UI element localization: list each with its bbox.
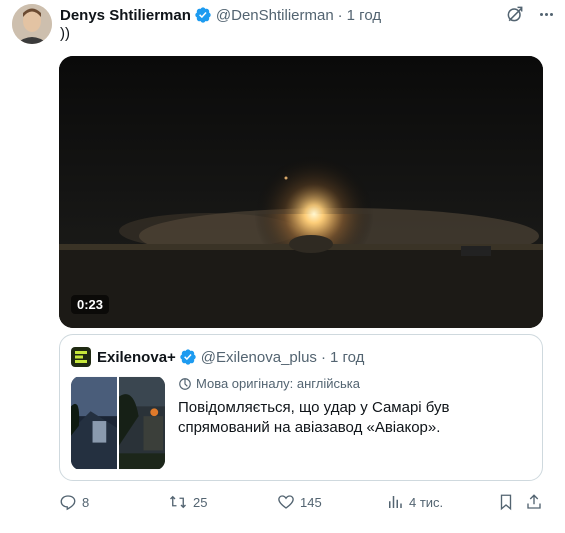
quote-header: Exilenova+ @Exilenova_plus · 1 год	[71, 347, 364, 367]
tweet-text: ))	[60, 25, 70, 42]
like-button[interactable]: 145	[277, 492, 322, 512]
repost-icon	[170, 495, 186, 509]
verified-icon	[195, 7, 211, 23]
reply-button[interactable]: 8	[59, 492, 89, 512]
exilenova-logo	[75, 351, 87, 363]
translate-icon	[179, 377, 191, 390]
video-frame	[59, 56, 543, 328]
like-count: 145	[300, 494, 322, 510]
tweet-header: Denys Shtilierman @DenShtilierman · 1 го…	[60, 5, 381, 25]
share-button[interactable]	[525, 492, 548, 512]
bookmark-icon	[500, 494, 512, 511]
grok-icon[interactable]	[505, 4, 525, 24]
reply-icon	[60, 495, 76, 511]
tweet: Denys Shtilierman @DenShtilierman · 1 го…	[0, 0, 565, 533]
quoted-tweet[interactable]: Exilenova+ @Exilenova_plus · 1 год Мова …	[59, 334, 543, 481]
quote-avatar[interactable]	[71, 347, 91, 367]
avatar-photo	[12, 4, 52, 44]
quote-media-thumbnail[interactable]	[71, 376, 165, 470]
more-icon[interactable]	[535, 6, 557, 22]
repost-button[interactable]: 25	[168, 492, 207, 512]
thumbnail-image-right	[118, 376, 165, 470]
thumbnail-image-left	[71, 376, 118, 470]
views-button[interactable]: 4 тис.	[386, 492, 443, 512]
separator-dot: ·	[320, 348, 326, 366]
quote-author-handle[interactable]: @Exilenova_plus	[201, 349, 317, 366]
author-name[interactable]: Denys Shtilierman	[60, 7, 191, 24]
share-icon	[527, 494, 541, 509]
tweet-actions: 8 25 145 4 тис.	[59, 492, 543, 514]
verified-icon	[180, 349, 196, 365]
avatar[interactable]	[12, 4, 52, 44]
more-dot	[539, 12, 543, 16]
more-dot	[549, 12, 553, 16]
view-count: 4 тис.	[409, 494, 444, 510]
separator-dot: ·	[337, 6, 343, 24]
tweet-time[interactable]: 1 год	[347, 7, 381, 24]
repost-count: 25	[193, 494, 208, 510]
like-icon	[278, 495, 294, 509]
reply-count: 8	[82, 494, 90, 510]
translation-note[interactable]: Мова оригіналу: англійська	[178, 376, 360, 391]
video-player[interactable]: 0:23	[59, 56, 543, 328]
views-icon	[389, 496, 402, 508]
video-duration: 0:23	[71, 295, 110, 314]
quote-author-name[interactable]: Exilenova+	[97, 349, 176, 366]
bookmark-button[interactable]	[497, 492, 520, 512]
more-dot	[544, 12, 548, 16]
translation-label: Мова оригіналу: англійська	[196, 376, 360, 391]
quote-time[interactable]: 1 год	[330, 349, 364, 366]
quote-text: Повідомляється, що удар у Самарі був спр…	[178, 399, 450, 436]
author-handle[interactable]: @DenShtilierman	[216, 7, 334, 24]
